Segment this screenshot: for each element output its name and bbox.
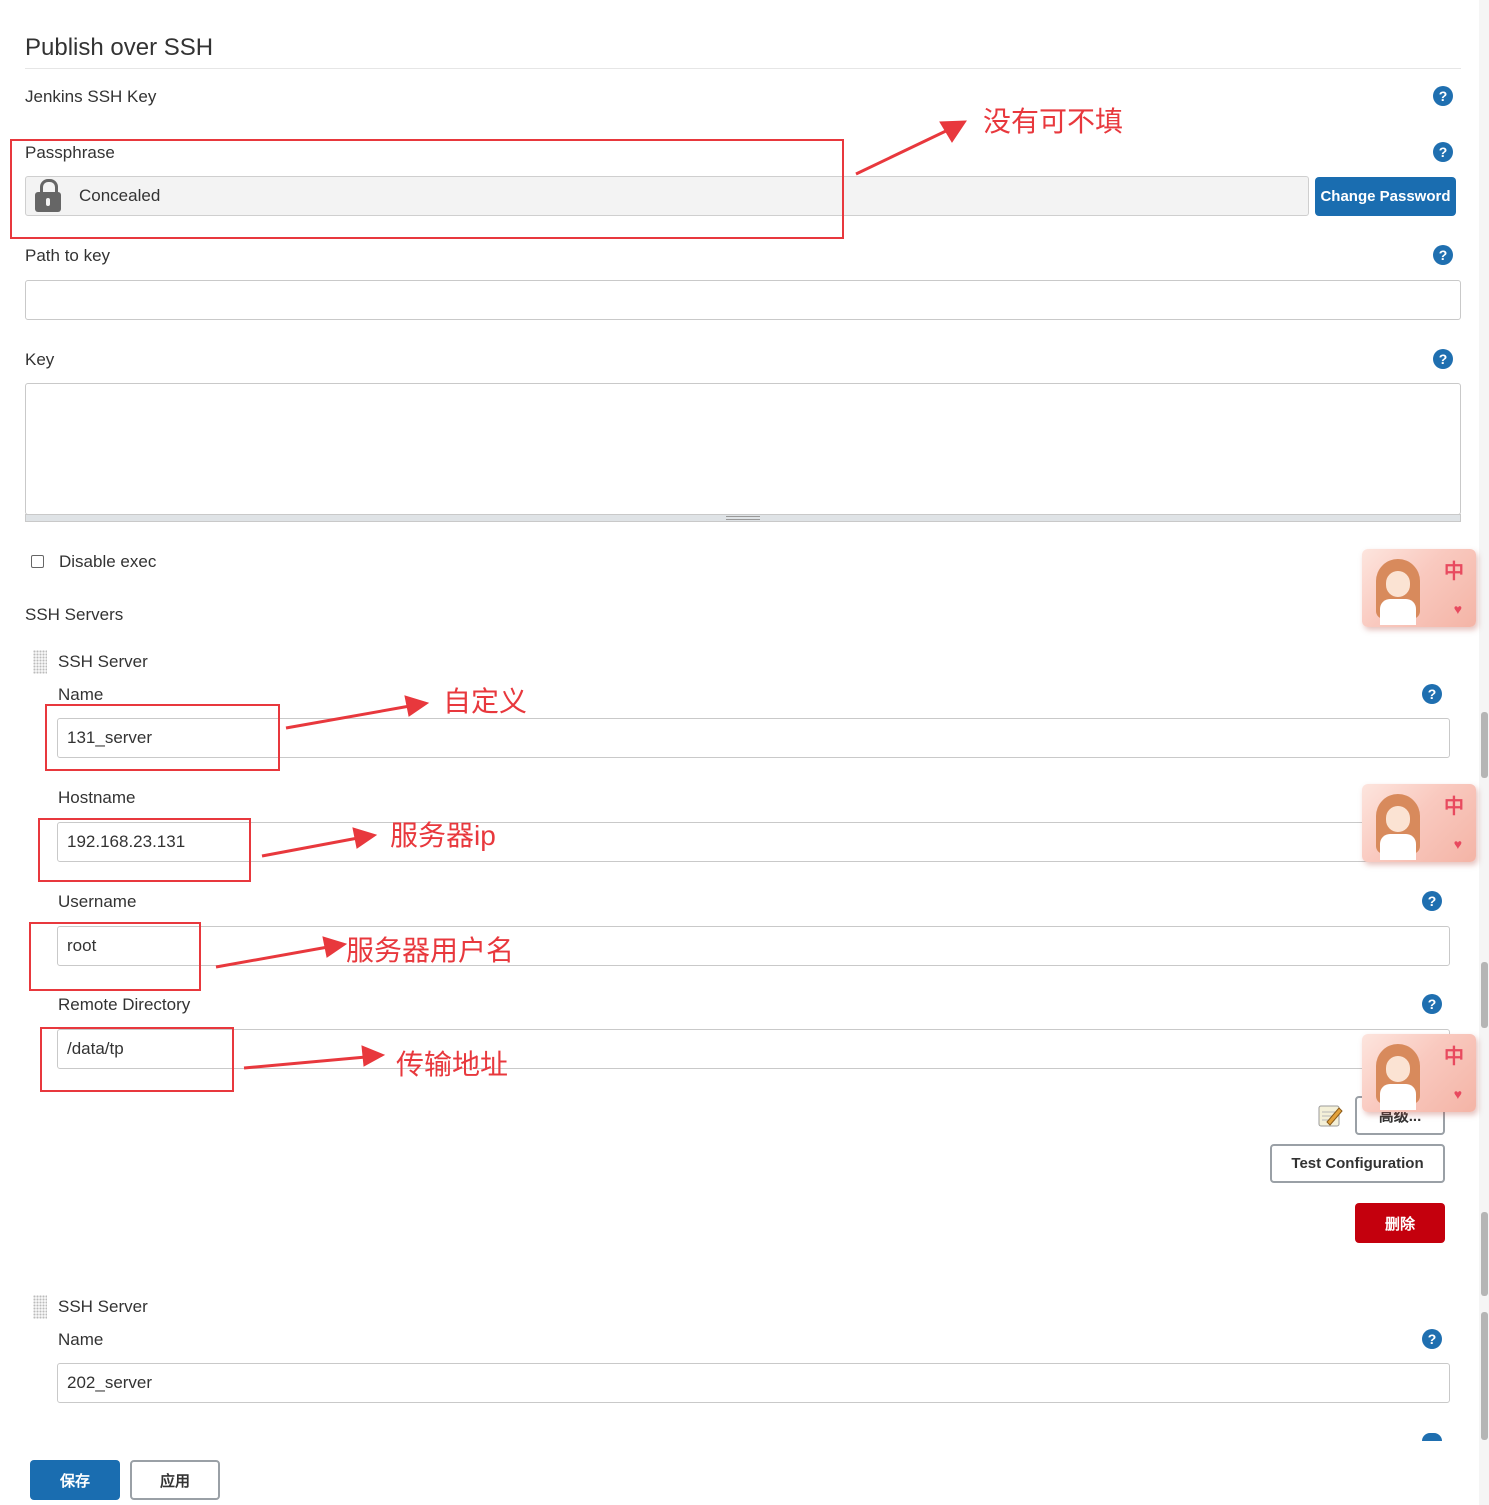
annotation-hostname-note: 服务器ip: [390, 820, 496, 851]
annotation-box-remote-dir: [40, 1027, 234, 1092]
remote-directory-label: Remote Directory: [58, 995, 191, 1014]
ssh-server-header: SSH Server: [58, 1297, 148, 1316]
help-icon[interactable]: ?: [1422, 891, 1442, 911]
drag-handle-icon[interactable]: [33, 650, 47, 674]
key-label: Key: [25, 350, 55, 369]
key-textarea[interactable]: [25, 383, 1461, 515]
save-button[interactable]: 保存: [30, 1460, 120, 1500]
textarea-resize-bar[interactable]: [25, 514, 1461, 522]
scrollbar-thumb[interactable]: [1481, 1312, 1488, 1440]
jenkins-ssh-key-label: Jenkins SSH Key: [25, 87, 157, 106]
footer-bar: [0, 1443, 1479, 1505]
help-icon[interactable]: ?: [1433, 349, 1453, 369]
annotation-box-username: [29, 922, 201, 991]
ssh-server-header: SSH Server: [58, 652, 148, 671]
delete-server-button[interactable]: 删除: [1355, 1203, 1445, 1243]
floating-widget[interactable]: 中 ♥: [1362, 784, 1476, 862]
floating-widget[interactable]: 中 ♥: [1362, 549, 1476, 627]
character-image: [1372, 555, 1426, 625]
scrollbar-thumb[interactable]: [1481, 962, 1488, 1028]
help-icon[interactable]: ?: [1433, 142, 1453, 162]
character-image: [1372, 790, 1426, 860]
server-name-label: Name: [58, 685, 104, 704]
apply-button[interactable]: 应用: [130, 1460, 220, 1500]
test-configuration-button[interactable]: Test Configuration: [1270, 1144, 1445, 1183]
heart-icon: ♥: [1453, 836, 1462, 852]
annotation-box-name: [45, 704, 280, 771]
hostname-input[interactable]: 192.168.23.131: [57, 822, 1450, 862]
hostname-label: Hostname: [58, 788, 136, 807]
section-title: Publish over SSH: [25, 34, 214, 61]
annotation-passphrase-note: 没有可不填: [983, 106, 1124, 137]
annotation-name-note: 自定义: [443, 686, 528, 717]
username-label: Username: [58, 892, 137, 911]
change-password-button[interactable]: Change Password: [1315, 177, 1456, 216]
drag-handle-icon[interactable]: [33, 1295, 47, 1319]
help-icon[interactable]: ?: [1422, 1329, 1442, 1349]
server-name-input[interactable]: 202_server: [57, 1363, 1450, 1403]
ssh-servers-label: SSH Servers: [25, 605, 124, 624]
scrollbar-thumb[interactable]: [1481, 1212, 1488, 1296]
arrow-passphrase: [855, 128, 949, 176]
floating-widget[interactable]: 中 ♥: [1362, 1034, 1476, 1112]
heart-icon: ♥: [1453, 1086, 1462, 1102]
arrow-head: [939, 120, 967, 143]
widget-label: 中: [1444, 1046, 1464, 1068]
remote-directory-input[interactable]: /data/tp: [57, 1029, 1450, 1069]
heart-icon: ♥: [1453, 601, 1462, 617]
annotation-username-note: 服务器用户名: [346, 935, 515, 966]
server-name-label: Name: [58, 1330, 104, 1349]
annotation-box-passphrase: [10, 139, 844, 239]
scrollbar-thumb[interactable]: [1481, 712, 1488, 778]
help-icon[interactable]: ?: [1422, 994, 1442, 1014]
section-divider: [25, 68, 1461, 69]
annotation-box-hostname: [38, 818, 251, 882]
help-icon[interactable]: ?: [1422, 684, 1442, 704]
arrow-head: [404, 695, 430, 717]
notepad-icon[interactable]: [1317, 1102, 1343, 1128]
username-input[interactable]: root: [57, 926, 1450, 966]
character-image: [1372, 1040, 1426, 1110]
path-to-key-label: Path to key: [25, 246, 111, 265]
help-icon[interactable]: ?: [1433, 245, 1453, 265]
widget-label: 中: [1444, 796, 1464, 818]
disable-exec-label: Disable exec: [59, 552, 157, 571]
annotation-remote-dir-note: 传输地址: [396, 1049, 509, 1080]
help-icon[interactable]: [1422, 1433, 1442, 1441]
help-icon[interactable]: ?: [1433, 86, 1453, 106]
disable-exec-checkbox[interactable]: [31, 555, 44, 568]
path-to-key-input[interactable]: [25, 280, 1461, 320]
resize-grip-icon: [726, 516, 760, 520]
widget-label: 中: [1444, 561, 1464, 583]
